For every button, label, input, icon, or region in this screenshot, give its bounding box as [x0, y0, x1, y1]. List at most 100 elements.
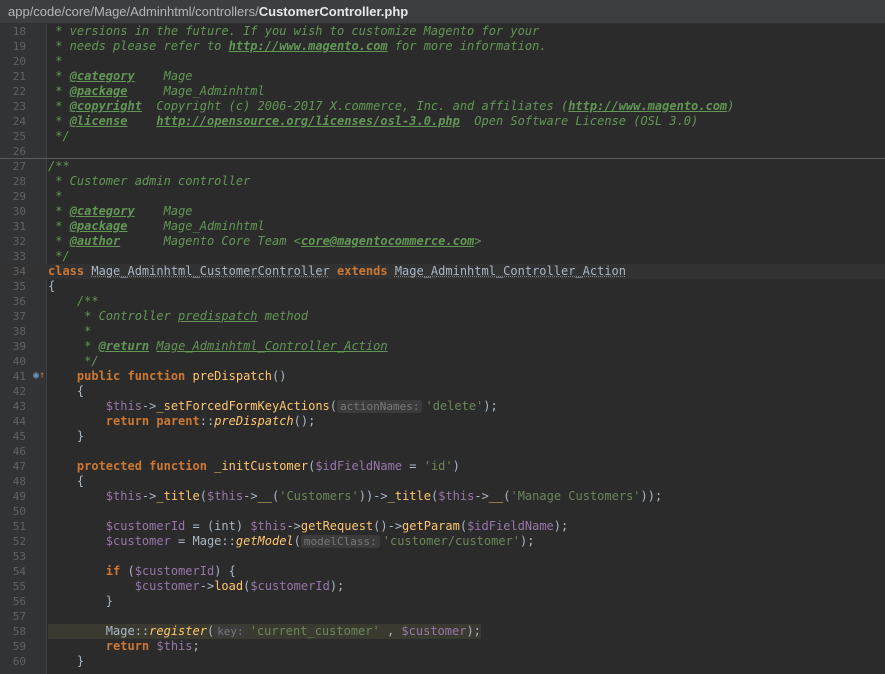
code-text[interactable]: * Controller predispatch method — [48, 309, 308, 324]
code-text[interactable]: $customer->load($customerId); — [48, 579, 345, 594]
code-text[interactable]: */ — [48, 129, 69, 144]
breadcrumb[interactable]: app/code/core/Mage/Adminhtml/controllers… — [0, 0, 885, 24]
code-text[interactable]: * @package Mage_Adminhtml — [48, 84, 265, 99]
code-line[interactable]: 50 — [0, 504, 885, 519]
code-line[interactable]: 49 $this->_title($this->__('Customers'))… — [0, 489, 885, 504]
code-token: * — [48, 84, 70, 98]
code-token: { — [48, 474, 85, 488]
code-line[interactable]: 47 protected function _initCustomer($idF… — [0, 459, 885, 474]
code-text[interactable]: * needs please refer to http://www.magen… — [48, 39, 546, 54]
code-token: __ — [488, 489, 504, 503]
code-line[interactable]: 59 return $this; — [0, 639, 885, 654]
code-line[interactable]: 19 * needs please refer to http://www.ma… — [0, 39, 885, 54]
code-text[interactable]: $customer = Mage::getModel(modelClass:'c… — [48, 534, 534, 549]
code-line[interactable]: 26 — [0, 144, 885, 159]
code-line[interactable]: 37 * Controller predispatch method — [0, 309, 885, 324]
code-line[interactable]: 28 * Customer admin controller — [0, 174, 885, 189]
code-line[interactable]: 46 — [0, 444, 885, 459]
code-text[interactable]: $this->_title($this->__('Customers'))->_… — [48, 489, 662, 504]
line-number: 34 — [12, 265, 26, 278]
code-line[interactable]: 40 */ — [0, 354, 885, 369]
code-line[interactable]: 45 } — [0, 429, 885, 444]
code-text[interactable]: * @license http://opensource.org/license… — [48, 114, 698, 129]
code-line[interactable]: 27 /** — [0, 159, 885, 174]
code-line[interactable]: 44 return parent::preDispatch(); — [0, 414, 885, 429]
code-text[interactable]: } — [48, 594, 113, 609]
code-editor[interactable]: 18 * versions in the future. If you wish… — [0, 24, 885, 674]
code-text[interactable]: $customerId = (int) $this->getRequest()-… — [48, 519, 568, 534]
code-line[interactable]: 36 /** — [0, 294, 885, 309]
code-text[interactable]: * @category Mage — [48, 69, 192, 84]
code-line[interactable]: 18 * versions in the future. If you wish… — [0, 24, 885, 39]
code-text[interactable]: * @return Mage_Adminhtml_Controller_Acti… — [48, 339, 387, 354]
code-text[interactable]: { — [48, 279, 55, 294]
code-line[interactable]: 52 $customer = Mage::getModel(modelClass… — [0, 534, 885, 549]
code-line[interactable]: 34 class Mage_Adminhtml_CustomerControlle… — [0, 264, 885, 279]
code-text[interactable]: { — [48, 384, 84, 399]
code-line[interactable]: 58 Mage::register(key:'current_customer'… — [0, 624, 885, 639]
override-method-icon[interactable]: ◉↑ — [33, 370, 45, 382]
code-text[interactable]: */ — [48, 354, 98, 369]
code-text[interactable]: * @package Mage_Adminhtml — [48, 219, 265, 234]
code-line[interactable]: 57 — [0, 609, 885, 624]
code-line[interactable]: 25 */ — [0, 129, 885, 144]
code-token: extends — [329, 264, 395, 278]
code-line[interactable]: 30 * @category Mage — [0, 204, 885, 219]
code-text[interactable]: } — [48, 654, 84, 669]
code-line[interactable]: 35 { — [0, 279, 885, 294]
code-text[interactable]: if ($customerId) { — [48, 564, 236, 579]
code-text[interactable]: /** — [48, 294, 99, 309]
code-token: * — [48, 204, 70, 218]
code-line[interactable]: 39 * @return Mage_Adminhtml_Controller_A… — [0, 339, 885, 354]
line-number: 52 — [12, 535, 26, 548]
code-text[interactable]: Mage::register(key:'current_customer' , … — [48, 624, 481, 639]
code-line[interactable]: 32 * @author Magento Core Team <core@mag… — [0, 234, 885, 249]
code-line[interactable]: 31 * @package Mage_Adminhtml — [0, 219, 885, 234]
code-text[interactable]: public function preDispatch() — [48, 369, 287, 384]
code-token: ); — [553, 519, 569, 533]
code-line[interactable]: 38 * — [0, 324, 885, 339]
code-text[interactable]: * — [48, 324, 91, 339]
code-token: ()-> — [373, 519, 403, 533]
code-line[interactable]: 29 * — [0, 189, 885, 204]
code-line[interactable]: 55 $customer->load($customerId); — [0, 579, 885, 594]
code-line[interactable]: 54 if ($customerId) { — [0, 564, 885, 579]
code-text[interactable]: * Customer admin controller — [48, 174, 250, 189]
breadcrumb-path[interactable]: app/code/core/Mage/Adminhtml/controllers… — [8, 4, 259, 19]
code-line[interactable]: 42 { — [0, 384, 885, 399]
breadcrumb-file[interactable]: CustomerController.php — [259, 4, 409, 19]
code-text[interactable]: /** — [48, 159, 70, 174]
code-line[interactable]: 22 * @package Mage_Adminhtml — [0, 84, 885, 99]
line-number: 57 — [12, 610, 26, 623]
code-text[interactable]: { — [48, 474, 84, 489]
code-text[interactable]: */ — [48, 249, 69, 264]
code-line[interactable]: 51 $customerId = (int) $this->getRequest… — [0, 519, 885, 534]
code-text[interactable]: } — [48, 429, 84, 444]
code-text[interactable]: * @category Mage — [48, 204, 192, 219]
code-line[interactable]: 33 */ — [0, 249, 885, 264]
code-line[interactable]: 60 } — [0, 654, 885, 669]
code-text[interactable]: class Mage_Adminhtml_CustomerController … — [48, 264, 626, 279]
code-line[interactable]: 48 { — [0, 474, 885, 489]
code-text[interactable]: $this->_setForcedFormKeyActions(actionNa… — [48, 399, 498, 414]
code-text[interactable]: protected function _initCustomer($idFiel… — [48, 459, 460, 474]
code-line[interactable]: 23 * @copyright Copyright (c) 2006-2017 … — [0, 99, 885, 114]
code-line[interactable]: 43 $this->_setForcedFormKeyActions(actio… — [0, 399, 885, 414]
code-text[interactable]: return $this; — [48, 639, 200, 654]
code-text[interactable]: * — [48, 189, 62, 204]
code-token: * — [48, 69, 70, 83]
code-text[interactable]: * @copyright Copyright (c) 2006-2017 X.c… — [48, 99, 734, 114]
code-text[interactable]: return parent::preDispatch(); — [48, 414, 316, 429]
code-line[interactable]: 20 * — [0, 54, 885, 69]
code-line[interactable]: 53 — [0, 549, 885, 564]
code-text[interactable]: * — [48, 54, 62, 69]
code-line[interactable]: 41 ◉↑ public function preDispatch() — [0, 369, 885, 384]
code-line[interactable]: 24 * @license http://opensource.org/lice… — [0, 114, 885, 129]
line-number: 48 — [12, 475, 26, 488]
code-text[interactable]: * versions in the future. If you wish to… — [48, 24, 539, 39]
code-token: ( — [459, 519, 468, 533]
code-text[interactable]: * @author Magento Core Team <core@magent… — [48, 234, 481, 249]
code-line[interactable]: 56 } — [0, 594, 885, 609]
code-line[interactable]: 21 * @category Mage — [0, 69, 885, 84]
line-number: 47 — [12, 460, 26, 473]
